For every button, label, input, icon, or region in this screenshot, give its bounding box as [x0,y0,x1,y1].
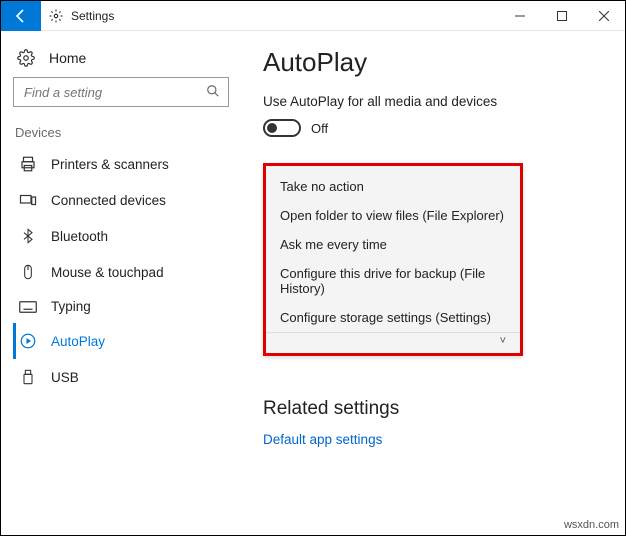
close-icon [599,11,609,21]
minimize-icon [515,11,525,21]
autoplay-dropdown-menu: Take no action Open folder to view files… [263,163,523,356]
sidebar-item-connected[interactable]: Connected devices [13,182,229,218]
page-title: AutoPlay [263,47,603,78]
arrow-left-icon [13,8,29,24]
sidebar-item-label: USB [51,370,79,385]
section-label: Devices [13,125,229,140]
usb-icon [19,368,37,386]
sidebar-item-usb[interactable]: USB [13,359,229,395]
search-input-wrapper[interactable] [13,77,229,107]
dropdown-option[interactable]: Open folder to view files (File Explorer… [266,201,520,230]
sidebar-item-label: Bluetooth [51,229,108,244]
window-title: Settings [71,9,114,23]
mouse-icon [19,263,37,281]
related-settings-heading: Related settings [263,398,603,420]
bluetooth-icon [19,227,37,245]
minimize-button[interactable] [499,1,541,31]
home-button[interactable]: Home [13,45,229,77]
gear-icon [17,49,35,67]
search-input[interactable] [22,84,206,101]
keyboard-icon [19,300,37,314]
close-button[interactable] [583,1,625,31]
search-icon [206,84,220,101]
maximize-icon [557,11,567,21]
dropdown-option[interactable]: Ask me every time [266,230,520,259]
autoplay-toggle[interactable] [263,119,301,137]
printer-icon [19,155,37,173]
sidebar-item-label: Connected devices [51,193,166,208]
sidebar-item-label: AutoPlay [51,334,105,349]
sidebar-item-label: Printers & scanners [51,157,169,172]
dropdown-option[interactable]: Configure this drive for backup (File Hi… [266,259,520,303]
sidebar-item-label: Mouse & touchpad [51,265,164,280]
default-app-settings-link[interactable]: Default app settings [263,432,603,447]
dropdown-option[interactable]: Configure storage settings (Settings) [266,303,520,332]
maximize-button[interactable] [541,1,583,31]
sidebar-item-mouse[interactable]: Mouse & touchpad [13,254,229,290]
autoplay-icon [19,332,37,350]
watermark: wsxdn.com [564,519,619,531]
back-button[interactable] [1,1,41,31]
settings-icon [49,9,63,23]
sidebar-item-printers[interactable]: Printers & scanners [13,146,229,182]
sidebar-item-autoplay[interactable]: AutoPlay [13,323,229,359]
dropdown-collapsed-row[interactable]: Choose a default ˅ [266,332,520,347]
autoplay-toggle-label: Use AutoPlay for all media and devices [263,94,603,109]
sidebar-item-bluetooth[interactable]: Bluetooth [13,218,229,254]
toggle-state: Off [311,121,328,136]
dropdown-option[interactable]: Take no action [266,172,520,201]
sidebar-item-typing[interactable]: Typing [13,290,229,323]
sidebar-item-label: Typing [51,299,91,314]
home-label: Home [49,50,86,66]
connected-devices-icon [19,191,37,209]
chevron-down-icon: ˅ [500,335,506,347]
